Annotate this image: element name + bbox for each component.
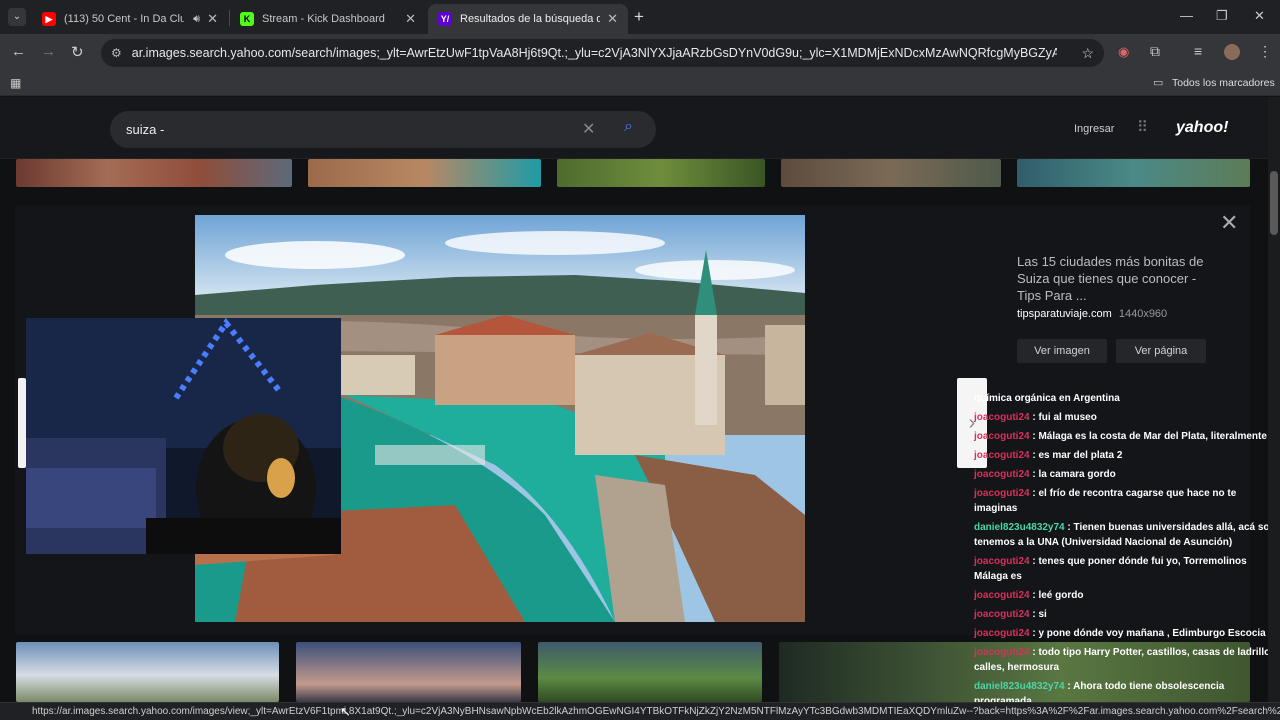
bookmark-star-icon[interactable]: ☆ — [1081, 45, 1094, 62]
close-window-icon[interactable]: ✕ — [1254, 8, 1265, 24]
chat-username: joacoguti24 — [974, 590, 1030, 601]
chat-message: química orgánica en Argentina — [974, 393, 1120, 404]
forward-icon[interactable]: → — [41, 43, 56, 60]
reload-icon[interactable]: ↻ — [71, 43, 84, 61]
chat-message: joacoguti24 : fui al museo — [974, 412, 1097, 423]
tab-title: Stream - Kick Dashboard — [262, 13, 385, 25]
thumbnail[interactable] — [16, 642, 279, 702]
chat-message: joacoguti24 : es mar del plata 2 — [974, 450, 1123, 461]
close-tab-icon[interactable]: ✕ — [405, 11, 416, 27]
speaker-icon[interactable]: 🔊︎ — [193, 13, 200, 26]
chat-message: joacoguti24 : el frío de recontra cagars… — [974, 488, 1237, 514]
thumbnail[interactable] — [308, 159, 541, 187]
chat-username: joacoguti24 — [974, 412, 1030, 423]
chat-username: joacoguti24 — [974, 469, 1030, 480]
clear-search-icon[interactable]: ✕ — [582, 119, 595, 139]
media-control-icon[interactable]: ≡ — [1194, 43, 1202, 59]
chat-username: joacoguti24 — [974, 450, 1030, 461]
webcam-feed — [26, 318, 341, 554]
image-dimensions: 1440x960 — [1118, 308, 1168, 320]
image-source[interactable]: tipsparatuviaje.com — [1017, 308, 1112, 320]
kick-icon: K — [240, 12, 254, 26]
back-icon[interactable]: ← — [11, 43, 26, 60]
thumbnail[interactable] — [16, 159, 292, 187]
status-bar: https://ar.images.search.yahoo.com/image… — [0, 702, 1280, 720]
tab-strip: ⌄ ▶ (113) 50 Cent - In Da Club ( 🔊︎ ✕ K … — [0, 0, 1280, 34]
thumbnail[interactable] — [538, 642, 762, 702]
thumbnail[interactable] — [296, 642, 521, 702]
new-tab-button[interactable]: + — [634, 7, 644, 27]
restore-icon[interactable]: ❐ — [1216, 8, 1228, 24]
webcam-overlay — [26, 318, 341, 554]
tab-search-button[interactable]: ⌄ — [8, 8, 26, 26]
signin-link[interactable]: Ingresar — [1074, 123, 1114, 135]
search-icon[interactable]: ⌕ — [624, 118, 633, 136]
chat-username: joacoguti24 — [974, 628, 1030, 639]
yahoo-y-icon: Y/ — [438, 12, 452, 26]
left-handle[interactable] — [18, 378, 26, 468]
bookmarks-bar: ▦ ▭ Todos los marcadores — [0, 72, 1280, 96]
tab-kick[interactable]: K Stream - Kick Dashboard ✕ — [230, 4, 426, 34]
chat-username: joacoguti24 — [974, 556, 1030, 567]
tab-youtube[interactable]: ▶ (113) 50 Cent - In Da Club ( 🔊︎ ✕ — [32, 4, 228, 34]
chat-username: joacoguti24 — [974, 647, 1030, 658]
search-input[interactable]: suiza - — [126, 122, 164, 137]
tab-title: Resultados de la búsqueda de — [460, 13, 600, 25]
thumbnail[interactable] — [1017, 159, 1250, 187]
mouse-cursor: ↖ — [340, 704, 351, 719]
menu-kebab-icon[interactable]: ⋮ — [1258, 43, 1272, 60]
chat-message: joacoguti24 : si — [974, 609, 1047, 620]
youtube-icon: ▶ — [42, 12, 56, 26]
site-info-icon[interactable]: ⚙ — [111, 46, 122, 60]
address-bar[interactable]: ⚙ ar.images.search.yahoo.com/search/imag… — [101, 39, 1104, 67]
thumbnail[interactable] — [557, 159, 765, 187]
all-bookmarks-link[interactable]: Todos los marcadores — [1172, 77, 1275, 89]
close-tab-icon[interactable]: ✕ — [207, 11, 218, 27]
url-text: ar.images.search.yahoo.com/search/images… — [131, 46, 1057, 60]
folder-icon: ▭ — [1153, 77, 1164, 89]
thumbnail[interactable] — [781, 159, 1001, 187]
view-page-button[interactable]: Ver página — [1116, 339, 1206, 363]
extensions-puzzle-icon[interactable]: ⧉ — [1150, 43, 1160, 60]
scrollbar-thumb[interactable] — [1270, 171, 1278, 235]
profile-avatar[interactable] — [1224, 44, 1240, 60]
close-tab-icon[interactable]: ✕ — [607, 11, 618, 27]
chat-message: joacoguti24 : todo tipo Harry Potter, ca… — [974, 647, 1279, 673]
tab-yahoo[interactable]: Y/ Resultados de la búsqueda de ✕ — [428, 4, 628, 34]
page-scrollbar[interactable] — [1268, 97, 1280, 702]
chat-message: daniel823u4832y74 : Tienen buenas univer… — [974, 522, 1279, 548]
yahoo-logo[interactable]: yahoo! — [1176, 119, 1228, 137]
apps-grid-icon[interactable]: ⠿ — [1137, 118, 1148, 136]
chat-username: daniel823u4832y74 — [974, 522, 1065, 533]
chat-message: joacoguti24 : la camara gordo — [974, 469, 1116, 480]
chat-message: joacoguti24 : Málaga es la costa de Mar … — [974, 431, 1267, 442]
close-viewer-icon[interactable]: ✕ — [1220, 210, 1238, 236]
extension-icon[interactable]: ◉ — [1118, 44, 1129, 60]
view-image-button[interactable]: Ver imagen — [1017, 339, 1107, 363]
image-title[interactable]: Las 15 ciudades más bonitas de Suiza que… — [1017, 253, 1217, 304]
minimize-icon[interactable]: — — [1180, 8, 1193, 23]
chat-username: joacoguti24 — [974, 609, 1030, 620]
chat-username: joacoguti24 — [974, 488, 1030, 499]
chat-message: joacoguti24 : y pone dónde voy mañana , … — [974, 628, 1266, 639]
chat-overlay: química orgánica en Argentina joacoguti2… — [968, 391, 1280, 713]
chat-message: joacoguti24 : tenes que poner dónde fui … — [974, 556, 1247, 582]
tab-title: (113) 50 Cent - In Da Club ( — [64, 13, 184, 25]
chat-username: daniel823u4832y74 — [974, 681, 1065, 692]
image-meta: tipsparatuviaje.com 1440x960 — [1017, 308, 1167, 320]
yahoo-header: suiza - ✕ ⌕ Ingresar ⠿ yahoo! — [0, 97, 1268, 159]
chat-username: joacoguti24 — [974, 431, 1030, 442]
apps-grid-icon[interactable]: ▦ — [10, 76, 21, 90]
chat-message: joacoguti24 : leé gordo — [974, 590, 1084, 601]
search-box[interactable]: suiza - ✕ ⌕ — [110, 111, 656, 148]
